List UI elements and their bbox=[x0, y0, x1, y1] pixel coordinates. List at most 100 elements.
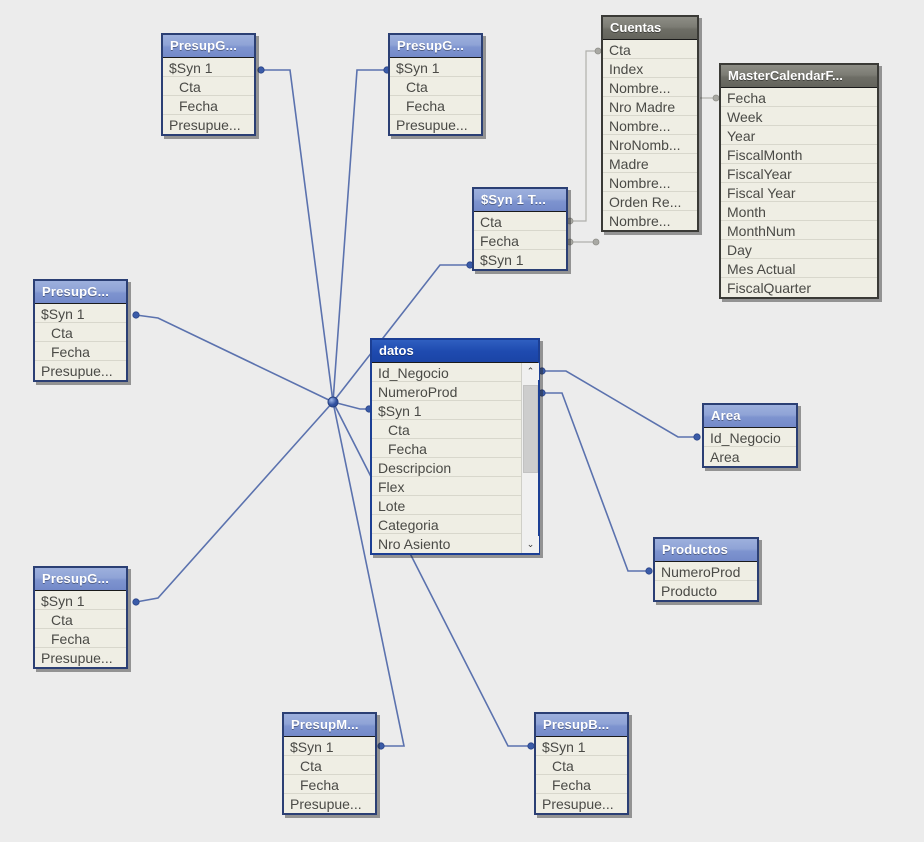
table-field-row[interactable]: $Syn 1 bbox=[390, 58, 481, 77]
table-field-row[interactable]: Lote bbox=[372, 496, 521, 515]
link-hub-to-datos-syn1[interactable] bbox=[332, 401, 369, 410]
table-field-row[interactable]: Nro Madre bbox=[603, 97, 697, 116]
table-box-syn1table[interactable]: $Syn 1 T... Cta Fecha $Syn 1 bbox=[472, 187, 568, 271]
scrollbar-thumb[interactable] bbox=[523, 385, 538, 473]
table-field-row[interactable]: Index bbox=[603, 59, 697, 78]
link-presup-left-lower-to-hub[interactable] bbox=[135, 401, 334, 603]
table-title-datos[interactable]: datos bbox=[372, 340, 538, 362]
table-field-row[interactable]: Id_Negocio bbox=[372, 363, 521, 382]
table-field-row[interactable]: $Syn 1 bbox=[163, 58, 254, 77]
table-title-presup-left-upper[interactable]: PresupG... bbox=[35, 281, 126, 303]
link-endpoint-dot[interactable] bbox=[645, 567, 653, 575]
table-field-row[interactable]: Cta bbox=[284, 756, 375, 775]
synthetic-key-hub-node[interactable] bbox=[327, 396, 339, 408]
table-box-presup-left-upper[interactable]: PresupG... $Syn 1 Cta Fecha Presupue... bbox=[33, 279, 128, 382]
table-field-row[interactable]: Week bbox=[721, 107, 877, 126]
table-box-cuentas[interactable]: Cuentas Cta Index Nombre... Nro Madre Nombre.… bbox=[601, 15, 699, 232]
field-list-scrollbar[interactable]: ⌃ ⌄ bbox=[521, 363, 539, 553]
link-endpoint-dot[interactable] bbox=[257, 66, 265, 74]
table-field-row[interactable]: $Syn 1 bbox=[536, 737, 627, 756]
table-field-row[interactable]: Orden Re... bbox=[603, 192, 697, 211]
table-field-row[interactable]: Fecha bbox=[35, 342, 126, 361]
table-field-row[interactable]: Cta bbox=[35, 610, 126, 629]
table-field-row[interactable]: Madre bbox=[603, 154, 697, 173]
table-field-row[interactable]: FiscalMonth bbox=[721, 145, 877, 164]
table-title-presup-top-left[interactable]: PresupG... bbox=[163, 35, 254, 57]
table-field-row[interactable]: Fecha bbox=[163, 96, 254, 115]
table-field-row[interactable]: Mes Actual bbox=[721, 259, 877, 278]
table-field-row[interactable]: $Syn 1 bbox=[474, 250, 566, 269]
table-title-presup-top-mid[interactable]: PresupG... bbox=[390, 35, 481, 57]
table-title-presupm[interactable]: PresupM... bbox=[284, 714, 375, 736]
table-field-row[interactable]: Nombre... bbox=[603, 211, 697, 230]
table-field-row[interactable]: Presupue... bbox=[35, 361, 126, 380]
table-field-row[interactable]: NroNomb... bbox=[603, 135, 697, 154]
table-field-row[interactable]: Month bbox=[721, 202, 877, 221]
table-field-row[interactable]: Fecha bbox=[474, 231, 566, 250]
table-field-row[interactable]: $Syn 1 bbox=[372, 401, 521, 420]
link-endpoint-dot[interactable] bbox=[693, 433, 701, 441]
table-field-row[interactable]: NumeroProd bbox=[655, 562, 757, 581]
table-field-row[interactable]: Cta bbox=[35, 323, 126, 342]
table-field-row[interactable]: Presupue... bbox=[536, 794, 627, 813]
table-field-row[interactable]: Nro Asiento bbox=[372, 534, 521, 553]
link-syn1table-cta-to-cuentas[interactable] bbox=[570, 50, 598, 222]
table-box-presup-top-mid[interactable]: PresupG... $Syn 1 Cta Fecha Presupue... bbox=[388, 33, 483, 136]
table-field-row[interactable]: Presupue... bbox=[35, 648, 126, 667]
table-field-row[interactable]: $Syn 1 bbox=[35, 591, 126, 610]
table-title-syn1table[interactable]: $Syn 1 T... bbox=[474, 189, 566, 211]
table-field-row[interactable]: FiscalQuarter bbox=[721, 278, 877, 297]
table-title-presupb[interactable]: PresupB... bbox=[536, 714, 627, 736]
table-field-row[interactable]: Flex bbox=[372, 477, 521, 496]
table-field-row[interactable]: Cta bbox=[163, 77, 254, 96]
table-field-row[interactable]: Fecha bbox=[35, 629, 126, 648]
table-field-row[interactable]: Id_Negocio bbox=[704, 428, 796, 447]
table-field-row[interactable]: Cta bbox=[536, 756, 627, 775]
table-field-row[interactable]: Cta bbox=[372, 420, 521, 439]
link-datos-numeroprod-to-productos[interactable] bbox=[542, 392, 649, 572]
table-field-row[interactable]: Producto bbox=[655, 581, 757, 600]
link-presup-top-left-to-hub[interactable] bbox=[261, 69, 334, 403]
link-endpoint-dot[interactable] bbox=[592, 238, 600, 246]
link-endpoint-dot[interactable] bbox=[132, 311, 140, 319]
table-box-presupb[interactable]: PresupB... $Syn 1 Cta Fecha Presupue... bbox=[534, 712, 629, 815]
table-field-row[interactable]: Fiscal Year bbox=[721, 183, 877, 202]
table-box-presupm[interactable]: PresupM... $Syn 1 Cta Fecha Presupue... bbox=[282, 712, 377, 815]
table-field-row[interactable]: NumeroProd bbox=[372, 382, 521, 401]
table-title-cuentas[interactable]: Cuentas bbox=[603, 17, 697, 39]
table-box-presup-top-left[interactable]: PresupG... $Syn 1 Cta Fecha Presupue... bbox=[161, 33, 256, 136]
table-field-row[interactable]: Fecha bbox=[536, 775, 627, 794]
table-box-presup-left-lower[interactable]: PresupG... $Syn 1 Cta Fecha Presupue... bbox=[33, 566, 128, 669]
table-field-row[interactable]: FiscalYear bbox=[721, 164, 877, 183]
scroll-down-arrow-icon[interactable]: ⌄ bbox=[522, 536, 539, 553]
table-field-row[interactable]: $Syn 1 bbox=[35, 304, 126, 323]
table-field-row[interactable]: Fecha bbox=[284, 775, 375, 794]
table-title-presup-left-lower[interactable]: PresupG... bbox=[35, 568, 126, 590]
link-presup-left-upper-to-hub[interactable] bbox=[135, 314, 334, 403]
table-field-row[interactable]: Area bbox=[704, 447, 796, 466]
table-field-row[interactable]: Nombre... bbox=[603, 173, 697, 192]
table-title-mastercalendar[interactable]: MasterCalendarF... bbox=[721, 65, 877, 87]
scroll-up-arrow-icon[interactable]: ⌃ bbox=[522, 363, 539, 380]
table-field-row[interactable]: Categoria bbox=[372, 515, 521, 534]
table-field-row[interactable]: Day bbox=[721, 240, 877, 259]
table-field-row[interactable]: Presupue... bbox=[284, 794, 375, 813]
table-field-row[interactable]: Cta bbox=[603, 40, 697, 59]
diagram-canvas[interactable]: PresupG... $Syn 1 Cta Fecha Presupue... Presu… bbox=[0, 0, 924, 842]
table-field-row[interactable]: Presupue... bbox=[390, 115, 481, 134]
table-field-row[interactable]: Nombre... bbox=[603, 78, 697, 97]
table-field-row[interactable]: Nombre... bbox=[603, 116, 697, 135]
table-field-row[interactable]: $Syn 1 bbox=[284, 737, 375, 756]
table-field-row[interactable]: Fecha bbox=[721, 88, 877, 107]
table-title-productos[interactable]: Productos bbox=[655, 539, 757, 561]
table-field-row[interactable]: Presupue... bbox=[163, 115, 254, 134]
table-field-row[interactable]: MonthNum bbox=[721, 221, 877, 240]
link-endpoint-dot[interactable] bbox=[132, 598, 140, 606]
table-title-area[interactable]: Area bbox=[704, 405, 796, 427]
table-box-datos[interactable]: datos Id_Negocio NumeroProd $Syn 1 Cta Fecha D… bbox=[370, 338, 540, 555]
link-endpoint-dot[interactable] bbox=[377, 742, 385, 750]
table-field-row[interactable]: Cta bbox=[474, 212, 566, 231]
link-datos-idnegocio-to-area[interactable] bbox=[542, 370, 697, 438]
table-field-row[interactable]: Fecha bbox=[390, 96, 481, 115]
table-box-area[interactable]: Area Id_Negocio Area bbox=[702, 403, 798, 468]
